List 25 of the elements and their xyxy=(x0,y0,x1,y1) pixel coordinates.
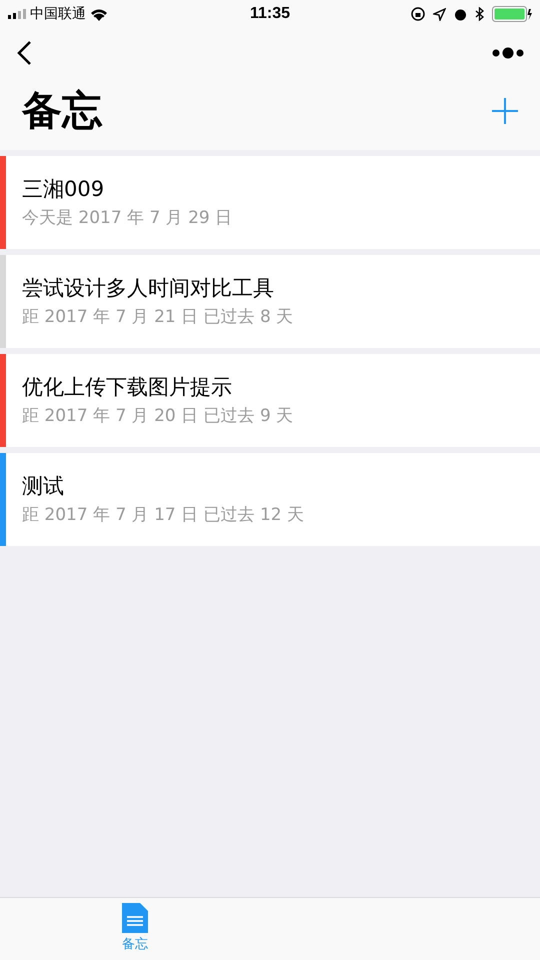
memo-card[interactable]: 测试 距 2017 年 7 月 17 日 已过去 12 天 xyxy=(0,453,540,546)
memo-date: 距 2017 年 7 月 17 日 已过去 12 天 xyxy=(22,504,304,526)
carrier-name: 中国联通 xyxy=(30,4,86,24)
memo-card[interactable]: 尝试设计多人时间对比工具 距 2017 年 7 月 21 日 已过去 8 天 xyxy=(0,255,540,348)
bluetooth-icon xyxy=(475,7,484,21)
rotation-lock-icon xyxy=(411,7,426,21)
memo-date: 距 2017 年 7 月 20 日 已过去 9 天 xyxy=(22,404,294,428)
memo-title: 尝试设计多人时间对比工具 xyxy=(22,275,275,302)
location-icon xyxy=(433,8,446,20)
memo-date: 今天是 2017 年 7 月 29 日 xyxy=(22,206,232,230)
more-icon[interactable] xyxy=(492,47,524,59)
signal-icon xyxy=(8,9,26,19)
page-title: 备忘 xyxy=(22,87,102,136)
memo-card[interactable]: 三湘009 今天是 2017 年 7 月 29 日 xyxy=(0,156,540,249)
memo-date: 距 2017 年 7 月 21 日 已过去 8 天 xyxy=(22,306,294,328)
back-icon[interactable] xyxy=(16,40,32,66)
wifi-icon xyxy=(90,8,108,20)
memo-card[interactable]: 优化上传下载图片提示 距 2017 年 7 月 20 日 已过去 9 天 xyxy=(0,354,540,447)
memo-title: 测试 xyxy=(22,473,65,500)
memo-title: 优化上传下载图片提示 xyxy=(22,374,233,401)
battery-icon xyxy=(492,6,532,22)
add-icon[interactable] xyxy=(492,98,518,124)
memo-title: 三湘009 xyxy=(22,176,106,203)
document-icon xyxy=(122,903,148,934)
clock-time: 11:35 xyxy=(250,4,290,24)
